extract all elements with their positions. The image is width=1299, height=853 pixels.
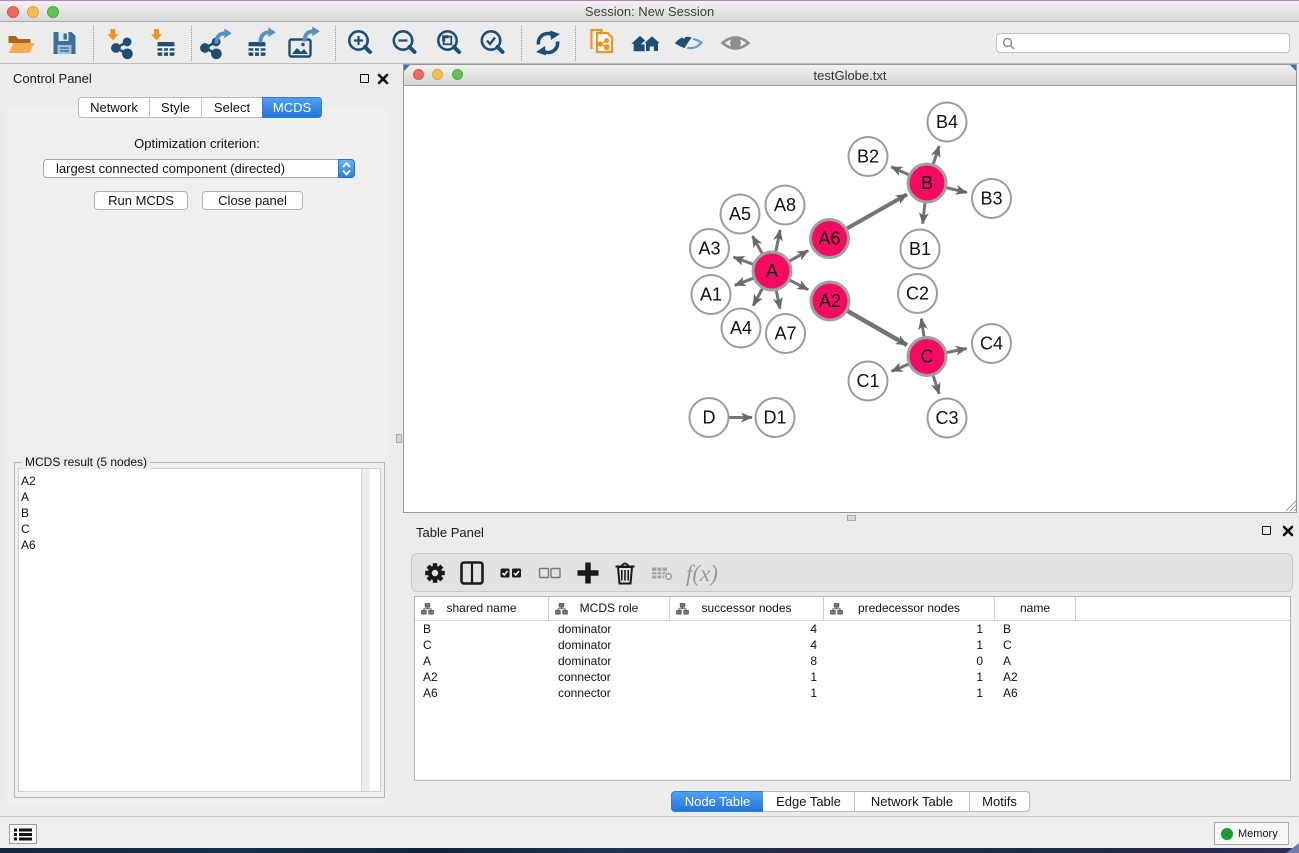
svg-text:B1: B1: [909, 239, 931, 259]
svg-text:A: A: [766, 261, 778, 281]
svg-text:f(x): f(x): [686, 561, 718, 586]
svg-text:C3: C3: [935, 408, 958, 428]
svg-text:C1: C1: [856, 371, 879, 391]
svg-text:A6: A6: [818, 229, 840, 249]
svg-text:A7: A7: [774, 324, 796, 344]
svg-text:B2: B2: [857, 147, 879, 167]
svg-text:C2: C2: [906, 284, 929, 304]
svg-text:A3: A3: [698, 239, 720, 259]
svg-text:A4: A4: [730, 318, 752, 338]
svg-text:A2: A2: [819, 291, 841, 311]
svg-text:A8: A8: [774, 195, 796, 215]
svg-text:C: C: [921, 347, 934, 367]
svg-text:B: B: [921, 173, 933, 193]
svg-text:A1: A1: [700, 285, 722, 305]
svg-text:D1: D1: [763, 408, 786, 428]
svg-text:D: D: [703, 408, 716, 428]
svg-text:B3: B3: [980, 189, 1002, 209]
svg-text:A5: A5: [729, 204, 751, 224]
svg-text:B4: B4: [936, 112, 958, 132]
svg-text:C4: C4: [980, 334, 1003, 354]
